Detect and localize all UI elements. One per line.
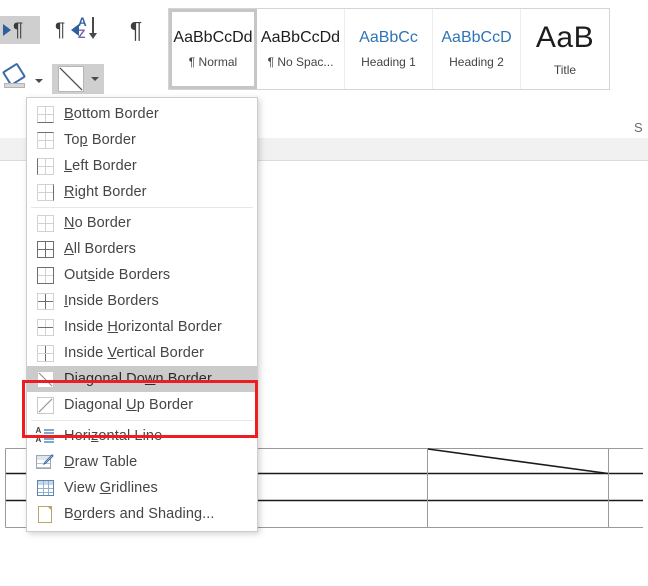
border-all-icon xyxy=(36,240,54,258)
menu-item-inside-borders[interactable]: Inside Borders xyxy=(27,288,257,314)
border-none-icon xyxy=(36,214,54,232)
sort-az-icon: A Z xyxy=(77,15,103,43)
menu-item-label: Draw Table xyxy=(64,454,138,470)
diagonal-down-border-icon xyxy=(57,66,84,92)
menu-item-icon-wrap xyxy=(33,317,57,337)
menu-item-icon-wrap xyxy=(33,478,57,498)
menu-item-draw-table[interactable]: Draw Table xyxy=(27,449,257,475)
menu-item-label: Horizontal Line xyxy=(64,428,163,444)
view-gridlines-icon xyxy=(36,480,54,496)
menu-item-icon-wrap xyxy=(33,182,57,202)
menu-item-icon-wrap xyxy=(33,239,57,259)
styles-gallery[interactable]: AaBbCcDd ¶ Normal AaBbCcDd ¶ No Spac... AaBb… xyxy=(168,8,610,90)
menu-item-icon-wrap xyxy=(33,343,57,363)
horizontal-line-icon: AA xyxy=(35,426,55,445)
menu-item-left-border[interactable]: Left Border xyxy=(27,153,257,179)
ltr-icon: ¶ xyxy=(3,18,37,42)
menu-item-label: No Border xyxy=(64,215,131,231)
style-item-heading-1[interactable]: AaBbCc Heading 1 xyxy=(345,9,433,89)
menu-item-label: Right Border xyxy=(64,184,147,200)
menu-item-label: Diagonal Up Border xyxy=(64,397,194,413)
chevron-down-icon xyxy=(35,79,43,83)
style-preview: AaBbCc xyxy=(359,28,418,46)
menu-item-label: View Gridlines xyxy=(64,480,158,496)
ltr-text-direction-button[interactable]: ¶ xyxy=(0,16,40,44)
style-item-no-spac[interactable]: AaBbCcDd ¶ No Spac... xyxy=(257,9,345,89)
style-preview: AaBbCcDd xyxy=(260,28,341,46)
style-preview: AaB xyxy=(535,21,595,54)
border-left-icon xyxy=(36,157,54,175)
menu-item-label: Top Border xyxy=(64,132,136,148)
menu-item-icon-wrap xyxy=(33,395,57,415)
pilcrow-icon: ¶ xyxy=(129,16,143,43)
menu-item-horizontal-line[interactable]: A A Horizontal Line xyxy=(27,423,257,449)
menu-separator xyxy=(31,420,253,421)
sort-button[interactable]: A Z xyxy=(68,12,112,46)
menu-item-label: Bottom Border xyxy=(64,106,159,122)
menu-item-icon-wrap: AA xyxy=(33,426,57,446)
menu-item-diagonal-up-border[interactable]: Diagonal Up Border xyxy=(27,392,257,418)
border-inside-v-icon xyxy=(36,344,54,362)
menu-item-icon-wrap xyxy=(33,104,57,124)
styles-group-label: S xyxy=(634,120,643,135)
menu-item-label: Inside Borders xyxy=(64,293,159,309)
menu-item-label: Left Border xyxy=(64,158,137,174)
menu-item-view-gridlines[interactable]: View Gridlines xyxy=(27,475,257,501)
menu-item-icon-wrap xyxy=(33,156,57,176)
menu-item-right-border[interactable]: Right Border xyxy=(27,179,257,205)
border-bottom-icon xyxy=(36,105,54,123)
menu-item-no-border[interactable]: No Border xyxy=(27,210,257,236)
menu-item-icon-wrap xyxy=(33,265,57,285)
shading-bucket-icon xyxy=(1,62,27,90)
style-label: Heading 2 xyxy=(449,55,504,70)
borders-shading-icon xyxy=(38,505,52,523)
style-preview: AaBbCcDd xyxy=(173,28,253,46)
menu-item-label: Inside Horizontal Border xyxy=(64,319,222,335)
menu-item-inside-horizontal-border[interactable]: Inside Horizontal Border xyxy=(27,314,257,340)
menu-item-icon-wrap xyxy=(33,130,57,150)
menu-item-icon-wrap xyxy=(33,369,57,389)
menu-item-all-borders[interactable]: All Borders xyxy=(27,236,257,262)
style-item-heading-2[interactable]: AaBbCcD Heading 2 xyxy=(433,9,521,89)
border-outside-icon xyxy=(36,266,54,284)
style-label: Heading 1 xyxy=(361,55,416,70)
style-preview: AaBbCcD xyxy=(441,28,512,46)
menu-item-outside-borders[interactable]: Outside Borders xyxy=(27,262,257,288)
menu-item-label: Diagonal Down Border xyxy=(64,371,212,387)
show-formatting-marks-button[interactable]: ¶ xyxy=(118,14,154,46)
menu-item-label: Borders and Shading... xyxy=(64,506,215,522)
style-item-normal[interactable]: AaBbCcDd ¶ Normal xyxy=(169,9,257,89)
menu-item-label: Inside Vertical Border xyxy=(64,345,205,361)
borders-button[interactable] xyxy=(52,64,104,94)
menu-item-label: All Borders xyxy=(64,241,137,257)
shading-button[interactable] xyxy=(0,62,30,92)
table-cell-diagonal-down-line xyxy=(427,448,609,475)
diagonal-down-icon xyxy=(36,370,54,388)
draw-table-icon xyxy=(36,453,54,471)
menu-item-bottom-border[interactable]: Bottom Border xyxy=(27,101,257,127)
style-label: ¶ Normal xyxy=(188,55,238,70)
menu-item-icon-wrap xyxy=(33,213,57,233)
border-inside-h-icon xyxy=(36,318,54,336)
menu-item-diagonal-down-border[interactable]: Diagonal Down Border xyxy=(27,366,257,392)
style-label: ¶ No Spac... xyxy=(267,55,334,70)
menu-item-icon-wrap xyxy=(33,504,57,524)
style-label: Title xyxy=(553,63,577,77)
border-inside-icon xyxy=(36,292,54,310)
menu-item-top-border[interactable]: Top Border xyxy=(27,127,257,153)
menu-item-icon-wrap xyxy=(33,291,57,311)
menu-item-borders-and-shading[interactable]: Borders and Shading... xyxy=(27,501,257,527)
menu-item-label: Outside Borders xyxy=(64,267,171,283)
style-item-title[interactable]: AaB Title xyxy=(521,9,609,89)
shading-dropdown-arrow[interactable] xyxy=(32,76,46,86)
menu-item-inside-vertical-border[interactable]: Inside Vertical Border xyxy=(27,340,257,366)
border-right-icon xyxy=(36,183,54,201)
diagonal-up-icon xyxy=(36,396,54,414)
borders-dropdown-menu[interactable]: Bottom Border Top Border Left Border Right … xyxy=(26,97,258,532)
border-top-icon xyxy=(36,131,54,149)
menu-item-icon-wrap xyxy=(33,452,57,472)
borders-dropdown-chevron-down-icon[interactable] xyxy=(90,77,99,81)
menu-separator xyxy=(31,207,253,208)
